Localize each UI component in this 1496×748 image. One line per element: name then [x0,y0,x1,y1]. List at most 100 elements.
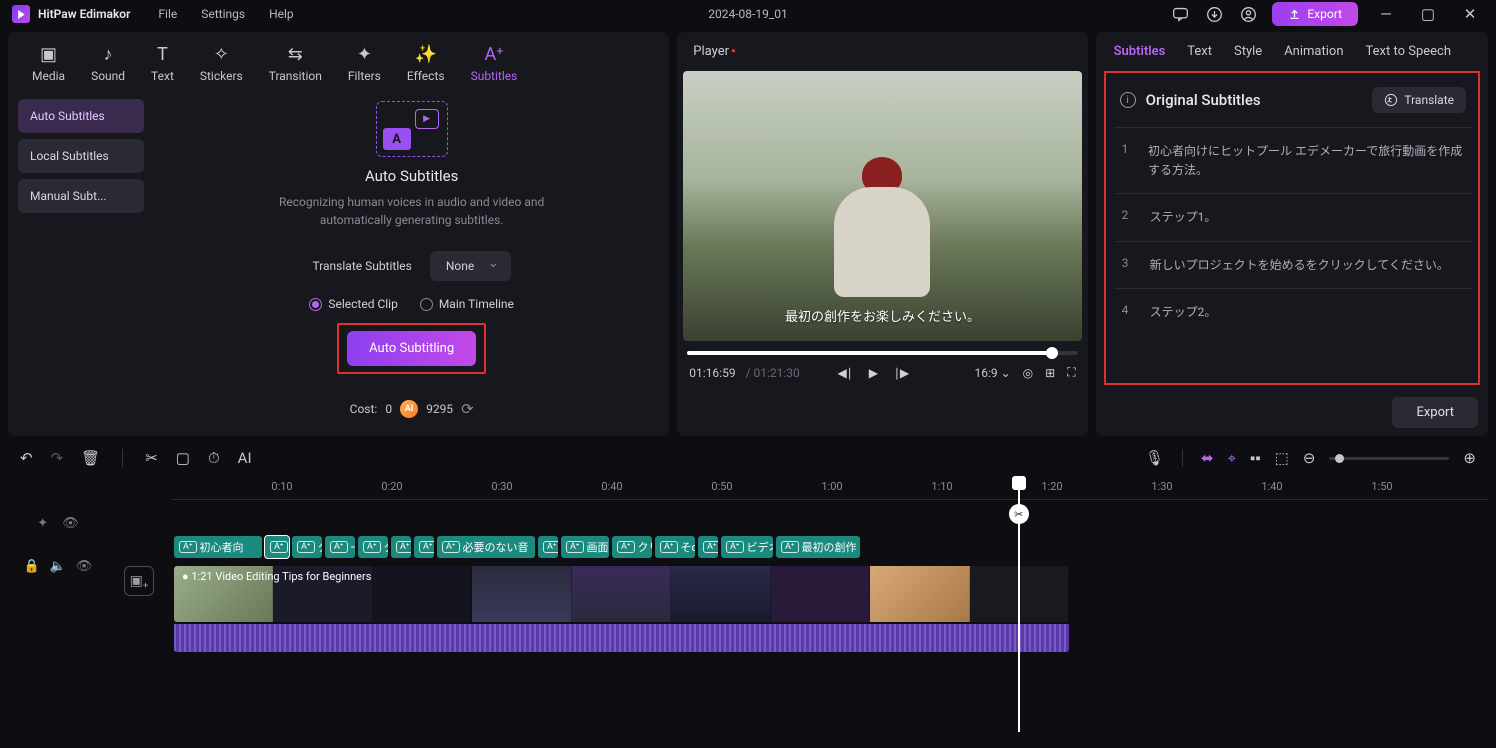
link-icon[interactable]: ⬌ [1201,449,1214,467]
progress-bar[interactable] [687,351,1077,355]
radio-main-timeline[interactable]: Main Timeline [420,297,514,311]
rtab-subtitles[interactable]: Subtitles [1114,44,1166,59]
speed-button[interactable]: ⏱ [208,449,220,467]
mic-icon[interactable]: 🎙 [1145,449,1164,467]
tab-text[interactable]: TText [151,44,174,83]
tab-transition[interactable]: ⇆Transition [269,44,322,83]
fit-icon[interactable]: ⬚ [1275,449,1289,467]
prev-frame-button[interactable]: ◀∣ [837,366,852,380]
subtitle-clip[interactable]: A⁺必要のない音 [437,536,535,558]
subtitle-clip[interactable]: A⁺ [391,536,411,558]
download-icon[interactable] [1204,4,1224,24]
playhead[interactable]: ✂ [1018,476,1020,732]
subtitle-clip[interactable]: A⁺ [538,536,558,558]
ai-button[interactable]: AI [238,449,252,467]
close-button[interactable]: ✕ [1456,0,1484,28]
next-frame-button[interactable]: ∣▶ [894,366,909,380]
menu-file[interactable]: File [158,7,177,21]
tab-effects[interactable]: ✨Effects [407,44,445,83]
ai-badge: A⁺ [543,541,558,553]
subtitle-clip[interactable]: A⁺ [414,536,434,558]
stickers-icon: ✧ [214,44,229,65]
menu-help[interactable]: Help [269,7,294,21]
tab-subtitles[interactable]: A⁺Subtitles [471,44,518,83]
cost-value: 0 [385,402,392,416]
ruler-tick: 0:30 [491,480,512,493]
feedback-icon[interactable] [1170,4,1190,24]
subtitle-item[interactable]: 3新しいプロジェクトを始めるをクリックしてください。 [1114,241,1472,289]
document-title: 2024-08-19_01 [708,7,788,21]
subtitle-item[interactable]: 1初心者向けにヒットプール エデメーカーで旅行動画を作成する方法。 [1114,127,1472,193]
subtitle-clip[interactable]: A⁺ [265,536,289,558]
rtab-animation[interactable]: Animation [1284,44,1343,59]
mark-button[interactable]: ▢ [176,449,190,467]
menu-settings[interactable]: Settings [201,7,245,21]
eye-icon[interactable]: 👁 [76,559,93,574]
subtitles-export-button[interactable]: Export [1392,397,1478,428]
account-icon[interactable] [1238,4,1258,24]
delete-button[interactable]: 🗑 [81,449,100,467]
rtab-tts[interactable]: Text to Speech [1366,44,1451,59]
timeline-tracks[interactable]: A⁺初心者向A⁺A⁺クA⁺一A⁺タA⁺A⁺A⁺必要のない音A⁺A⁺画面A⁺クリA… [174,536,1484,652]
subtitle-clip[interactable]: A⁺ク [292,536,322,558]
sparkle-icon[interactable]: ✦ [37,516,48,531]
fullscreen-icon[interactable]: ⛶ [1067,365,1075,380]
rtab-text[interactable]: Text [1187,44,1212,59]
subtitle-clip[interactable]: A⁺クリ [612,536,652,558]
split-button[interactable]: ✂ [145,449,158,467]
magnet-icon[interactable]: ⌖ [1228,449,1236,467]
minimize-button[interactable]: — [1372,0,1400,28]
tab-stickers[interactable]: ✧Stickers [200,44,243,83]
undo-button[interactable]: ↶ [20,449,33,467]
subtitle-clip[interactable]: A⁺そσ [655,536,695,558]
play-button[interactable]: ▶ [869,366,878,380]
tab-filters[interactable]: ✦Filters [348,44,381,83]
subtitle-clip[interactable]: A⁺画面 [561,536,609,558]
subtitle-clip[interactable]: A⁺ [698,536,718,558]
tab-media[interactable]: ▣Media [32,44,65,83]
snapshot-icon[interactable]: ◎ [1023,366,1033,380]
translate-select[interactable]: None [430,251,511,281]
zoom-in-button[interactable]: ⊕ [1463,449,1476,467]
radio-selected-clip[interactable]: Selected Clip [309,297,397,311]
maximize-button[interactable]: ▢ [1414,0,1442,28]
subtitle-clip[interactable]: A⁺ビデオ [721,536,773,558]
manual-subtitles-button[interactable]: Manual Subt... [18,179,144,213]
video-preview[interactable]: 最初の創作をお楽しみください。 [683,71,1081,341]
audio-track[interactable] [174,624,1069,652]
lock-icon[interactable]: 🔒 [24,559,40,574]
main-area: ▣Media ♪Sound TText ✧Stickers ⇆Transitio… [0,28,1496,436]
subtitle-clip[interactable]: A⁺最初の創作 [776,536,860,558]
redo-button[interactable]: ↷ [51,449,64,467]
refresh-icon[interactable]: ⟳ [461,400,474,418]
timeline-ruler[interactable]: 0:100:200:300:400:501:001:101:201:301:40… [172,476,1488,500]
subtitle-clip[interactable]: A⁺初心者向 [174,536,262,558]
auto-subtitling-highlight: Auto Subtitling [337,323,486,374]
crop-icon[interactable]: ⊞ [1045,366,1055,380]
add-track-button[interactable]: ▣₊ [124,566,154,596]
subtitle-track[interactable]: A⁺初心者向A⁺A⁺クA⁺一A⁺タA⁺A⁺A⁺必要のない音A⁺A⁺画面A⁺クリA… [174,536,1069,558]
auto-subtitles-button[interactable]: Auto Subtitles [18,99,144,133]
aspect-ratio[interactable]: 16:9 ⌄ [974,366,1010,380]
zoom-slider[interactable] [1329,457,1449,460]
translate-button[interactable]: Translate [1372,87,1466,113]
local-subtitles-button[interactable]: Local Subtitles [18,139,144,173]
zoom-out-button[interactable]: ⊖ [1303,449,1316,467]
mute-icon[interactable]: 🔈 [50,559,66,574]
cut-icon[interactable]: ✂ [1009,504,1029,524]
subtitle-clip[interactable]: A⁺一 [325,536,355,558]
subtitle-item[interactable]: 2ステップ1。 [1114,193,1472,241]
scrollbar[interactable] [1479,73,1480,203]
subtitle-item[interactable]: 4ステップ2。 [1114,288,1472,336]
video-track[interactable]: ● 1:21 Video Editing Tips for Beginners [174,566,1069,622]
subtitle-number: 4 [1122,303,1132,317]
rtab-style[interactable]: Style [1234,44,1262,59]
ruler-tick: 1:40 [1261,480,1282,493]
auto-subtitling-button[interactable]: Auto Subtitling [347,331,476,366]
info-icon[interactable]: i [1120,92,1136,108]
tab-sound[interactable]: ♪Sound [91,44,125,83]
snap-icon[interactable]: ▪▪ [1250,449,1261,467]
eye-icon[interactable]: 👁 [62,516,79,531]
subtitle-clip[interactable]: A⁺タ [358,536,388,558]
export-button[interactable]: Export [1272,2,1358,26]
